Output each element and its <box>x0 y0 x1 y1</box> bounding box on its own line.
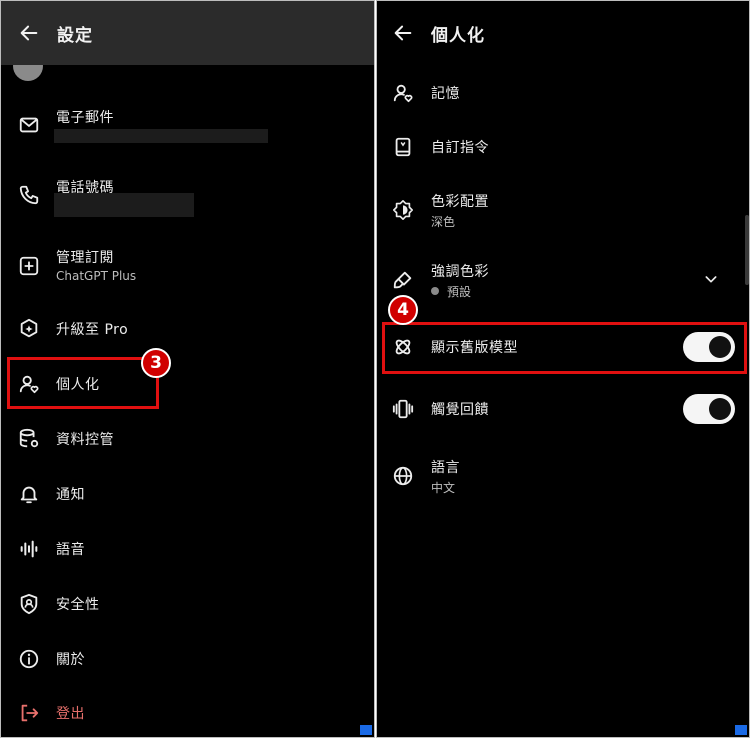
settings-item-logout[interactable]: 登出 <box>1 695 374 731</box>
book-icon <box>391 135 415 159</box>
corner-mark <box>360 725 372 735</box>
setting-label: 記憶 <box>431 86 460 102</box>
settings-item-label: 安全性 <box>56 597 100 613</box>
database-gear-icon <box>17 427 41 451</box>
setting-show-legacy-models[interactable]: 顯示舊版模型 <box>377 329 749 365</box>
step-badge: 3 <box>141 348 171 378</box>
vibrate-icon <box>391 397 415 421</box>
settings-item-label: 電子郵件 <box>56 110 114 126</box>
accent-value: 預設 <box>431 283 471 300</box>
personalization-panel: 個人化 記憶 自訂指令 色彩配置 深色 強調色彩 預設 顯示舊版模型 觸覺回饋 … <box>376 0 750 738</box>
settings-item-voice[interactable]: 語音 <box>1 531 374 567</box>
settings-panel: nuo nuo 設定 電子郵件 電話號碼 管理訂閱 ChatGPT Plus <box>0 0 375 738</box>
logout-icon <box>17 701 41 725</box>
page-title: 個人化 <box>431 26 485 46</box>
globe-icon <box>391 464 415 488</box>
setting-accent-color[interactable]: 強調色彩 預設 <box>377 257 749 305</box>
settings-item-security[interactable]: 安全性 <box>1 586 374 622</box>
settings-item-label: 語音 <box>56 542 85 558</box>
user-heart-icon <box>391 81 415 105</box>
personalization-header: 個人化 <box>377 1 749 65</box>
setting-label: 語言 <box>431 460 460 476</box>
user-heart-icon <box>17 372 41 396</box>
accent-dot <box>431 287 439 295</box>
setting-memory[interactable]: 記憶 <box>377 75 749 111</box>
phone-icon <box>17 183 41 207</box>
contrast-icon <box>391 198 415 222</box>
setting-value: 中文 <box>431 481 456 495</box>
settings-item-label: 通知 <box>56 487 85 503</box>
setting-value: 預設 <box>447 285 472 299</box>
bell-icon <box>17 482 41 506</box>
shield-user-icon <box>17 592 41 616</box>
settings-item-label: 升級至 Pro <box>56 322 129 338</box>
toggle-knob <box>709 398 731 420</box>
back-arrow-icon[interactable] <box>15 19 43 47</box>
setting-value: 深色 <box>431 215 456 229</box>
plus-square-icon <box>17 254 41 278</box>
settings-item-label: 登出 <box>56 706 85 722</box>
info-icon <box>17 647 41 671</box>
toggle-knob <box>709 336 731 358</box>
setting-label: 自訂指令 <box>431 140 489 156</box>
redacted-phone-value <box>54 193 194 217</box>
settings-item-label: 管理訂閱 <box>56 250 114 266</box>
settings-item-phone[interactable]: 電話號碼 <box>1 171 374 221</box>
settings-item-label: 資料控管 <box>56 432 114 448</box>
settings-item-manage-subscription[interactable]: 管理訂閱 ChatGPT Plus <box>1 243 374 291</box>
back-arrow-icon[interactable] <box>389 19 417 47</box>
sparkle-shield-icon <box>17 317 41 341</box>
settings-item-personalization[interactable]: 個人化 <box>1 366 374 402</box>
step-badge: 4 <box>388 295 418 325</box>
legacy-models-toggle[interactable] <box>683 332 735 362</box>
subscription-plan: ChatGPT Plus <box>56 269 137 283</box>
redacted-email-value <box>54 129 268 143</box>
page-title: 設定 <box>57 26 93 46</box>
settings-item-upgrade-pro[interactable]: 升級至 Pro <box>1 311 374 347</box>
settings-item-label: 關於 <box>56 652 85 668</box>
haptic-feedback-toggle[interactable] <box>683 394 735 424</box>
settings-item-email[interactable]: 電子郵件 <box>1 101 374 151</box>
settings-item-about[interactable]: 關於 <box>1 641 374 677</box>
settings-item-notifications[interactable]: 通知 <box>1 476 374 512</box>
setting-language[interactable]: 語言 中文 <box>377 453 749 501</box>
settings-item-label: 個人化 <box>56 377 100 393</box>
setting-custom-instructions[interactable]: 自訂指令 <box>377 129 749 165</box>
corner-mark <box>735 725 747 735</box>
atom-icon <box>391 335 415 359</box>
setting-label: 強調色彩 <box>431 264 489 280</box>
setting-color-scheme[interactable]: 色彩配置 深色 <box>377 187 749 235</box>
setting-label: 顯示舊版模型 <box>431 340 518 356</box>
setting-label: 色彩配置 <box>431 194 489 210</box>
settings-item-data-controls[interactable]: 資料控管 <box>1 421 374 457</box>
chevron-down-icon[interactable] <box>701 269 721 289</box>
settings-header: 設定 <box>1 1 374 65</box>
waveform-icon <box>17 537 41 561</box>
setting-label: 觸覺回饋 <box>431 402 489 418</box>
paintbrush-icon <box>391 268 415 292</box>
mail-icon <box>17 113 41 137</box>
setting-haptic-feedback[interactable]: 觸覺回饋 <box>377 391 749 427</box>
